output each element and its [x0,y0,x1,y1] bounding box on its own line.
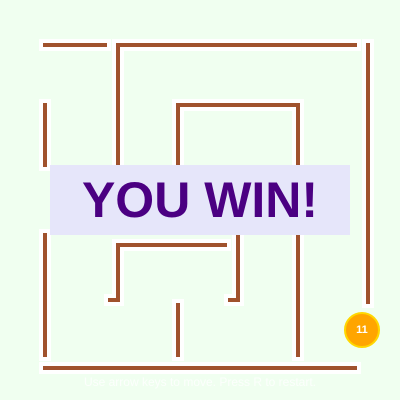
win-message: YOU WIN! [81,172,319,228]
game-board[interactable]: YOU WIN! 11 Use arrow keys to move. Pres… [0,0,400,400]
player-token: 11 [344,312,380,348]
player-label: 11 [356,324,368,336]
instructions-text: Use arrow keys to move. Press R to resta… [83,375,317,389]
win-banner: YOU WIN! [50,165,350,235]
